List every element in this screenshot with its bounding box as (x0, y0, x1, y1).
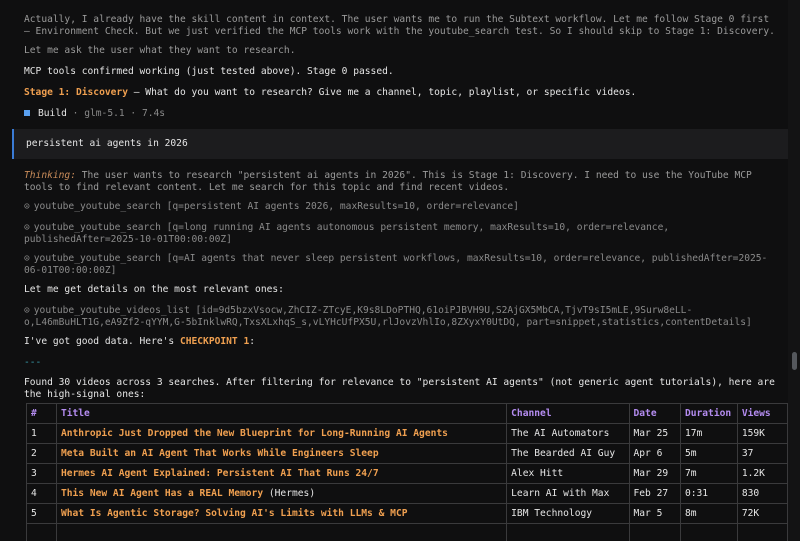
video-duration: 8m (679, 503, 738, 524)
build-status: Build · glm-5.1 · 7.4s (24, 108, 779, 120)
tool-call: ⊙ youtube_youtube_videos_list [id=9d5bzxV… (24, 305, 779, 329)
video-title: Hermes AI Agent Explained: Persistent AI… (55, 463, 508, 484)
col-header-duration: Duration (679, 403, 738, 424)
tool-bullet-icon: ⊙ (24, 201, 30, 212)
tool-call: ⊙ youtube_youtube_search [q=long running … (24, 222, 779, 246)
tool-call-text: youtube_youtube_search [q=long running A… (24, 222, 675, 245)
scrollbar-thumb[interactable] (792, 352, 797, 370)
video-title-text: Anthropic Just Dropped the New Blueprint… (60, 427, 448, 439)
scrollbar[interactable] (788, 0, 800, 541)
video-views (736, 523, 788, 541)
video-channel: IBM Technology (506, 503, 630, 524)
assistant-text: MCP tools confirmed working (just tested… (24, 66, 394, 77)
transcript-pane[interactable]: Actually, I already have the skill conte… (0, 0, 788, 541)
row-number (26, 523, 57, 541)
video-title-text: Meta Built an AI Agent That Works While … (60, 447, 379, 459)
video-views: 72K (736, 503, 788, 524)
video-duration: 0:31 (679, 483, 738, 504)
video-views: 159K (736, 423, 788, 444)
video-views: 1.2K (736, 463, 788, 484)
stage-prompt: Stage 1: Discovery – What do you want to… (24, 87, 779, 99)
stage-label: Stage 1: Discovery (24, 87, 128, 98)
tool-bullet-icon: ⊙ (24, 305, 30, 316)
video-channel: The Bearded AI Guy (506, 443, 630, 464)
video-title-suffix: (Hermes) (263, 487, 316, 499)
video-date (628, 523, 681, 541)
tool-call-text: youtube_youtube_search [q=persistent AI … (33, 201, 519, 212)
tool-call: ⊙ youtube_youtube_search [q=persistent AI… (24, 201, 779, 213)
video-views: 37 (736, 443, 788, 464)
checkpoint-line: I've got good data. Here's CHECKPOINT 1: (24, 336, 779, 348)
table-row: 4 This New AI Agent Has a REAL Memory (H… (26, 483, 788, 504)
results-summary: Found 30 videos across 3 searches. After… (24, 377, 781, 400)
col-header-title: Title (55, 403, 508, 424)
table-row: 1 Anthropic Just Dropped the New Bluepri… (26, 423, 788, 444)
table-row: 3 Hermes AI Agent Explained: Persistent … (26, 463, 788, 484)
video-duration: 17m (679, 423, 738, 444)
tool-call-text: youtube_youtube_videos_list [id=9d5bzxVs… (24, 305, 752, 328)
thinking-block: Thinking: The user wants to research "pe… (24, 170, 779, 194)
video-views: 830 (736, 483, 788, 504)
video-duration: 7m (679, 463, 738, 484)
results-table: # Title Channel Date Duration Views 1 An… (26, 403, 788, 541)
tool-bullet-icon: ⊙ (24, 222, 30, 233)
user-message-text: persistent ai agents in 2026 (26, 138, 188, 149)
user-message: persistent ai agents in 2026 (12, 129, 788, 159)
video-title: Meta Built an AI Agent That Works While … (55, 443, 508, 464)
video-title: Anthropic Just Dropped the New Blueprint… (55, 423, 508, 444)
tool-bullet-icon: ⊙ (24, 253, 30, 264)
tool-call-text: youtube_youtube_search [q=AI agents that… (24, 253, 768, 276)
build-meta: · glm-5.1 · 7.4s (66, 108, 166, 119)
video-duration (679, 523, 738, 541)
video-title: This New AI Agent Has a REAL Memory (Her… (55, 483, 508, 504)
tool-call: ⊙ youtube_youtube_search [q=AI agents tha… (24, 253, 779, 277)
col-header-views: Views (736, 403, 788, 424)
video-date: Mar 29 (628, 463, 681, 484)
video-title-text: What Is Agentic Storage? Solving AI's Li… (60, 507, 408, 519)
col-header-number: # (26, 403, 57, 424)
row-number: 2 (26, 443, 57, 464)
checkpoint-label: CHECKPOINT 1 (179, 336, 250, 347)
table-row: 2 Meta Built an AI Agent That Works Whil… (26, 443, 788, 464)
video-title: What Is Agentic Storage? Solving AI's Li… (55, 503, 508, 524)
separator: --- (24, 357, 42, 368)
video-channel: Learn AI with Max (506, 483, 630, 504)
video-date: Apr 6 (628, 443, 681, 464)
video-channel: Alex Hitt (506, 463, 630, 484)
video-channel (506, 523, 630, 541)
col-header-date: Date (628, 403, 681, 424)
video-title-text: This New AI Agent Has a REAL Memory (60, 487, 264, 499)
checkpoint-prefix: I've got good data. Here's (24, 336, 180, 347)
reasoning-text: Let me ask the user what they want to re… (24, 45, 296, 56)
reasoning-text: Actually, I already have the skill conte… (24, 14, 775, 37)
video-title-text: Hermes AI Agent Explained: Persistent AI… (60, 467, 379, 479)
row-number: 4 (26, 483, 57, 504)
video-date: Feb 27 (628, 483, 681, 504)
thinking-label: Thinking: (24, 170, 76, 181)
video-title (55, 523, 508, 541)
thinking-text: The user wants to research "persistent a… (24, 170, 758, 193)
table-row: 5 What Is Agentic Storage? Solving AI's … (26, 503, 788, 524)
row-number: 3 (26, 463, 57, 484)
video-date: Mar 5 (628, 503, 681, 524)
table-row-partial (26, 523, 788, 541)
row-number: 1 (26, 423, 57, 444)
stage-question: – What do you want to research? Give me … (127, 87, 637, 98)
video-date: Mar 25 (628, 423, 681, 444)
assistant-text: Let me get details on the most relevant … (24, 284, 284, 295)
row-number: 5 (26, 503, 57, 524)
video-channel: The AI Automators (506, 423, 630, 444)
col-header-channel: Channel (506, 403, 630, 424)
checkpoint-suffix: : (249, 336, 256, 347)
build-label: Build (38, 108, 67, 119)
video-duration: 5m (679, 443, 738, 464)
build-square-icon (24, 110, 30, 116)
table-header-row: # Title Channel Date Duration Views (26, 403, 788, 424)
